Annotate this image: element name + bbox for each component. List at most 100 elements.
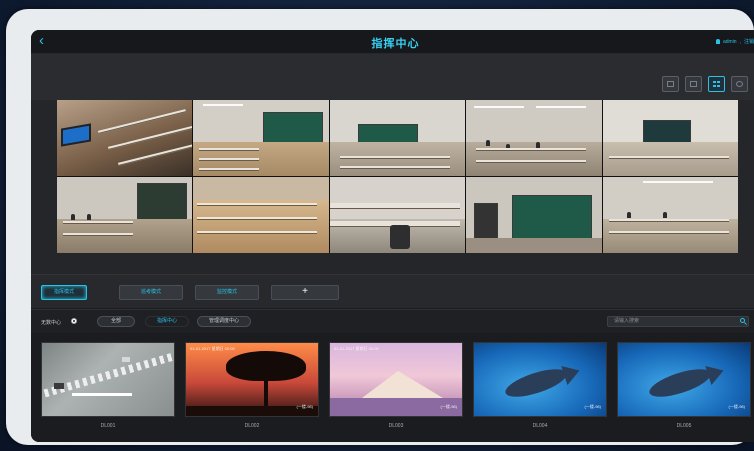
video-feed[interactable] xyxy=(57,100,193,176)
video-feed[interactable] xyxy=(466,177,602,253)
camera-list: DL001 01-01-2017 星期日 00:00 (一楼-98) DL002… xyxy=(31,333,754,442)
separator: , xyxy=(739,38,741,45)
thumbnail[interactable]: (一楼-98) xyxy=(617,342,751,417)
mode-command-button[interactable]: 指挥模式 xyxy=(41,285,87,300)
whale-tail xyxy=(705,361,727,385)
desk-row xyxy=(199,148,260,151)
mode-bar: 指挥模式 巡考模式 监控模式 + xyxy=(31,274,754,308)
search-placeholder: 请输入搜索 xyxy=(614,318,640,324)
thumbnail-meta: 01-01-2017 星期日 00:00 xyxy=(190,346,235,351)
username: admin xyxy=(722,38,737,45)
logout-link[interactable]: 注销 xyxy=(744,38,754,45)
blackboard xyxy=(512,195,593,239)
page-title: 指挥中心 xyxy=(371,38,420,50)
layout-single-button[interactable] xyxy=(662,76,679,92)
video-feed[interactable] xyxy=(466,100,602,176)
thumbnail-caption: DL005 xyxy=(676,423,692,429)
thumbnail-meta: 01-01-2017 星期日 00:00 xyxy=(334,346,379,351)
thumbnail-badge: (一楼-98) xyxy=(296,404,313,409)
person xyxy=(87,214,91,220)
desk-row xyxy=(199,168,260,171)
ceiling-light xyxy=(474,106,525,108)
user-icon xyxy=(715,39,720,44)
layout-split-button[interactable] xyxy=(685,76,702,92)
video-feed[interactable] xyxy=(193,177,329,253)
desk-row xyxy=(117,141,193,166)
thumbnail[interactable] xyxy=(41,342,175,417)
video-feed[interactable] xyxy=(329,100,466,176)
filter-dispatch-center-button[interactable]: 管理调度中心 xyxy=(197,316,251,327)
person xyxy=(486,140,491,146)
thumbnail-badge: (一楼-98) xyxy=(440,404,457,409)
search-input[interactable]: 请输入搜索 xyxy=(607,316,749,327)
desk-row xyxy=(107,125,193,150)
floor xyxy=(466,141,602,176)
desk-row xyxy=(339,156,450,159)
search-icon[interactable] xyxy=(740,318,745,323)
user-info: admin , 注销 xyxy=(715,38,754,45)
whale-shark xyxy=(502,363,570,403)
thumbnail[interactable]: (一楼-98) xyxy=(473,342,607,417)
thumbnail-caption: DL003 xyxy=(388,423,404,429)
person xyxy=(71,214,75,220)
desk-row xyxy=(476,148,587,151)
thumbnail-caption: DL002 xyxy=(244,423,260,429)
mode-monitor-button[interactable]: 监控模式 xyxy=(195,285,259,300)
person xyxy=(662,212,667,218)
filter-command-center-button[interactable]: 指挥中心 xyxy=(145,316,189,327)
desk-row xyxy=(63,233,133,236)
ceiling-light xyxy=(642,181,713,183)
video-feed[interactable] xyxy=(602,100,738,176)
video-wall xyxy=(31,100,754,274)
desk-row xyxy=(476,160,587,163)
chair xyxy=(389,225,410,249)
app-screen: ‹ 指挥中心 admin , 注销 指挥模式 巡考模式 监控模式 + 无数中心 … xyxy=(31,30,754,442)
filter-all-button[interactable]: 全部 xyxy=(97,316,135,327)
mode-patrol-button[interactable]: 巡考模式 xyxy=(119,285,183,300)
layout-toolbar xyxy=(31,54,754,100)
floor xyxy=(602,218,738,253)
ceiling-light xyxy=(203,104,244,106)
title-bar: ‹ 指挥中心 admin , 注销 xyxy=(31,30,754,54)
video-feed[interactable] xyxy=(193,100,329,176)
fullscreen-icon xyxy=(736,81,743,87)
floor xyxy=(466,237,602,253)
thumbnail-caption: DL001 xyxy=(100,423,116,429)
video-grid xyxy=(57,100,738,253)
desk-row xyxy=(608,231,729,234)
layout-grid-icon xyxy=(713,81,720,87)
video-feed[interactable] xyxy=(57,177,193,253)
video-feed[interactable] xyxy=(329,177,466,253)
filter-bar: 无数中心 全部 指挥中心 管理调度中心 请输入搜索 xyxy=(31,309,754,333)
desk-row xyxy=(197,231,318,234)
desk-row xyxy=(339,166,450,169)
monitor-screen xyxy=(61,123,91,147)
filter-radio[interactable] xyxy=(71,318,77,324)
whale-shark xyxy=(646,363,714,403)
filter-label: 无数中心 xyxy=(41,320,62,326)
ceiling-light xyxy=(536,106,587,108)
fullscreen-button[interactable] xyxy=(731,76,748,92)
desk-row xyxy=(608,219,729,222)
layout-grid-button[interactable] xyxy=(708,76,725,92)
tablet-frame: ‹ 指挥中心 admin , 注销 指挥模式 巡考模式 监控模式 + 无数中心 … xyxy=(6,9,754,445)
desk-row xyxy=(197,217,318,220)
thumbnail[interactable]: 01-01-2017 星期日 00:00 (一楼-98) xyxy=(185,342,319,417)
thumbnail-badge: (一楼-98) xyxy=(728,404,745,409)
thumbnail-badge: (一楼-98) xyxy=(584,404,601,409)
whale-tail xyxy=(561,361,583,385)
person xyxy=(626,212,631,218)
desk-row xyxy=(63,221,133,224)
desk-row xyxy=(608,156,729,159)
video-feed[interactable] xyxy=(602,177,738,253)
thumbnail[interactable]: 01-01-2017 星期日 00:00 (一楼-98) xyxy=(329,342,463,417)
thumbnail-caption: DL004 xyxy=(532,423,548,429)
desk-row xyxy=(197,203,318,206)
door xyxy=(474,203,499,239)
layout-single-icon xyxy=(667,81,674,87)
desk-row xyxy=(329,203,460,209)
mountain xyxy=(358,371,448,401)
add-mode-button[interactable]: + xyxy=(271,285,339,300)
crosswalk xyxy=(43,352,174,398)
floor xyxy=(193,199,329,253)
